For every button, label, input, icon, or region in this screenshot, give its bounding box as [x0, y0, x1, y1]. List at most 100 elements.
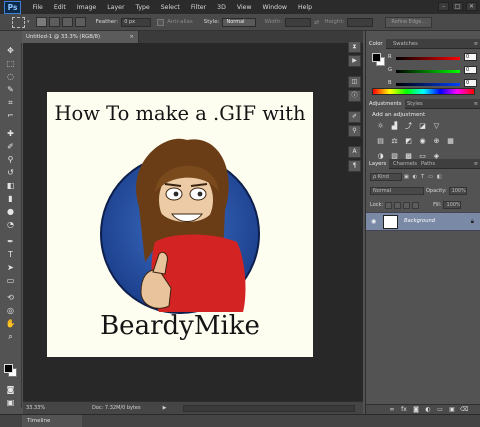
delete-layer-icon[interactable]: ⌫	[460, 406, 468, 413]
minimize-button[interactable]: –	[438, 2, 449, 11]
menu-view[interactable]: View	[231, 4, 257, 11]
menu-help[interactable]: Help	[292, 4, 317, 11]
anti-alias-checkbox[interactable]	[157, 18, 165, 26]
foreground-color-swatch[interactable]	[4, 364, 13, 373]
brightness-icon[interactable]: ☼	[376, 122, 385, 131]
black-white-icon[interactable]: ◩	[404, 137, 413, 146]
lock-transparency-icon[interactable]	[385, 201, 393, 209]
shape-tool-icon[interactable]: ▭	[3, 275, 18, 287]
quick-mask-icon[interactable]: ◙	[3, 384, 18, 396]
add-to-selection-icon[interactable]	[48, 17, 60, 27]
refine-edge-button[interactable]: Refine Edge...	[385, 16, 433, 28]
style-select[interactable]: Normal	[222, 17, 257, 27]
tab-paths[interactable]: Paths	[418, 159, 438, 169]
red-slider[interactable]: R 0	[388, 53, 480, 63]
zoom-level-field[interactable]: 33.33%	[26, 404, 45, 413]
tab-layers[interactable]: Layers	[366, 159, 390, 169]
fill-input[interactable]: 100%	[443, 201, 462, 209]
color-lookup-icon[interactable]: ▦	[446, 137, 455, 146]
new-adjustment-layer-icon[interactable]: ◐	[424, 406, 432, 413]
opacity-input[interactable]: 100%	[448, 187, 467, 195]
info-panel-icon[interactable]: ⓘ	[348, 90, 361, 102]
eyedropper-tool-icon[interactable]: ⌐	[3, 110, 18, 122]
tab-color[interactable]: Color	[366, 39, 386, 49]
subtract-selection-icon[interactable]	[61, 17, 73, 27]
menu-image[interactable]: Image	[71, 4, 101, 11]
3d-camera-tool-icon[interactable]: ◎	[3, 305, 18, 317]
brush-tool-icon[interactable]: ✐	[3, 141, 18, 153]
filter-type-icon[interactable]: T	[421, 174, 424, 180]
color-foreground-swatch[interactable]	[372, 53, 381, 62]
clone-stamp-tool-icon[interactable]: ⚲	[3, 154, 18, 166]
link-layers-icon[interactable]: ∞	[388, 406, 396, 413]
height-input[interactable]	[347, 17, 374, 27]
add-mask-icon[interactable]: ◙	[412, 406, 420, 413]
crop-tool-icon[interactable]: ⌗	[3, 97, 18, 109]
filter-smart-object-icon[interactable]: ◧	[437, 174, 442, 180]
intersect-selection-icon[interactable]	[74, 17, 86, 27]
menu-filter[interactable]: Filter	[185, 4, 211, 11]
close-icon[interactable]: ×	[129, 31, 134, 43]
filter-shape-icon[interactable]: ▭	[428, 174, 433, 180]
canvas-workspace[interactable]: How To make a .GIF with BeardyMike	[23, 43, 363, 401]
maximize-button[interactable]: □	[452, 2, 463, 11]
status-menu-arrow-icon[interactable]: ▶	[163, 405, 167, 411]
lasso-tool-icon[interactable]: ◌	[3, 71, 18, 83]
type-tool-icon[interactable]: T	[3, 249, 18, 261]
properties-panel-icon[interactable]: ◫	[348, 76, 361, 88]
lock-pixels-icon[interactable]	[394, 201, 402, 209]
exposure-icon[interactable]: ◪	[418, 122, 427, 131]
hand-tool-icon[interactable]: ✋	[3, 318, 18, 330]
panel-menu-icon[interactable]: ≡	[474, 159, 478, 169]
healing-brush-tool-icon[interactable]: ✚	[3, 128, 18, 140]
color-balance-icon[interactable]: ⚖	[390, 137, 399, 146]
horizontal-scrollbar[interactable]	[183, 405, 355, 412]
brush-panel-icon[interactable]: ✐	[348, 111, 361, 123]
paragraph-panel-icon[interactable]: ¶	[348, 160, 361, 172]
lock-position-icon[interactable]	[403, 201, 411, 209]
red-value-input[interactable]: 0	[464, 53, 477, 61]
blue-value-input[interactable]: 0	[464, 79, 477, 87]
tab-styles[interactable]: Styles	[404, 99, 426, 109]
new-selection-icon[interactable]	[35, 17, 47, 27]
blue-slider-track[interactable]	[396, 83, 460, 86]
filter-adjustment-icon[interactable]: ◐	[413, 174, 417, 180]
panel-menu-icon[interactable]: ≡	[474, 99, 478, 109]
timeline-tab[interactable]: Timeline	[22, 415, 82, 427]
color-spectrum-ramp[interactable]	[372, 88, 475, 95]
swap-icon[interactable]: ⇄	[314, 19, 319, 26]
document-canvas[interactable]: How To make a .GIF with BeardyMike	[47, 92, 313, 357]
blur-tool-icon[interactable]: ●	[3, 206, 18, 218]
menu-layer[interactable]: Layer	[102, 4, 130, 11]
green-value-input[interactable]: 0	[464, 66, 477, 74]
layer-kind-filter[interactable]: ρ Kind	[370, 173, 402, 181]
zoom-tool-icon[interactable]: ⌕	[3, 331, 18, 343]
3d-rotate-tool-icon[interactable]: ⟲	[3, 292, 18, 304]
lock-all-icon[interactable]	[412, 201, 420, 209]
tab-adjustments[interactable]: Adjustments	[366, 99, 405, 109]
blend-mode-select[interactable]: Normal	[370, 187, 424, 195]
eraser-tool-icon[interactable]: ◧	[3, 180, 18, 192]
chevron-down-icon[interactable]: ▾	[27, 19, 30, 25]
pen-tool-icon[interactable]: ✒	[3, 236, 18, 248]
close-button[interactable]: ✕	[466, 2, 477, 11]
photo-filter-icon[interactable]: ◉	[418, 137, 427, 146]
screen-mode-icon[interactable]: ▣	[3, 397, 18, 409]
history-panel-icon[interactable]: ⧗	[348, 41, 361, 53]
clone-source-panel-icon[interactable]: ⚲	[348, 125, 361, 137]
menu-window[interactable]: Window	[257, 4, 292, 11]
gradient-tool-icon[interactable]: ▮	[3, 193, 18, 205]
visibility-eye-icon[interactable]: ◉	[371, 218, 376, 225]
history-brush-tool-icon[interactable]: ↺	[3, 167, 18, 179]
marquee-tool-preset-icon[interactable]	[12, 16, 25, 28]
document-tab[interactable]: Untitled-1 @ 33.3% (RGB/8) ×	[22, 31, 139, 43]
quick-select-tool-icon[interactable]: ✎	[3, 84, 18, 96]
layer-row-background[interactable]: ◉ Background 🔒︎	[366, 212, 480, 231]
marquee-tool-icon[interactable]: ⬚	[3, 58, 18, 70]
tab-channels[interactable]: Channels	[390, 159, 420, 169]
tab-swatches[interactable]: Swatches	[390, 39, 421, 49]
green-slider[interactable]: G 0	[388, 66, 480, 76]
menu-select[interactable]: Select	[155, 4, 185, 11]
hue-saturation-icon[interactable]: ▤	[376, 137, 385, 146]
menu-edit[interactable]: Edit	[48, 4, 71, 11]
